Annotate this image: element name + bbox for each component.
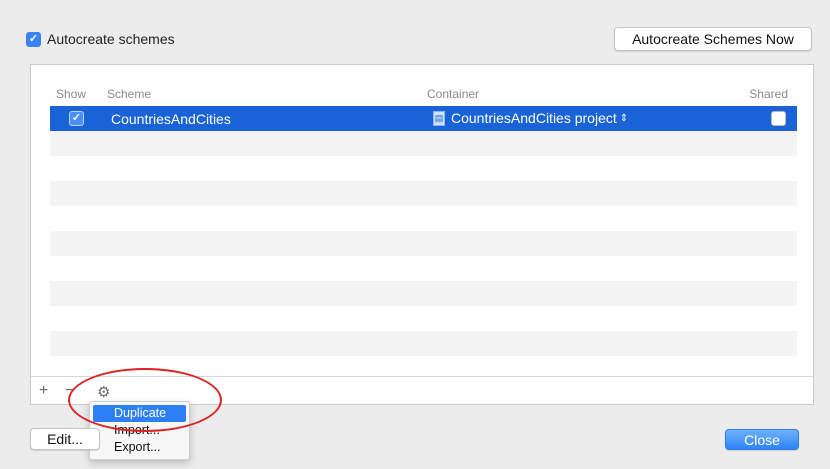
table-row xyxy=(50,281,797,306)
column-header-scheme: Scheme xyxy=(107,87,152,101)
table-header: Show Scheme Container Shared xyxy=(50,80,797,106)
table-row xyxy=(50,131,797,156)
container-select[interactable]: ▤ CountriesAndCities project ⇕ xyxy=(433,110,628,126)
project-file-icon: ▤ xyxy=(433,110,445,126)
table-row xyxy=(50,231,797,256)
table-row xyxy=(50,306,797,331)
autocreate-schemes-now-button[interactable]: Autocreate Schemes Now xyxy=(614,27,812,51)
table-row xyxy=(50,256,797,281)
table-row xyxy=(50,156,797,181)
column-header-show: Show xyxy=(56,87,87,101)
menu-item-export[interactable]: Export... xyxy=(90,439,189,456)
scheme-name: CountriesAndCities xyxy=(111,111,231,127)
table-row xyxy=(50,206,797,231)
edit-button[interactable]: Edit... xyxy=(30,428,100,450)
annotation-highlight-circle xyxy=(68,368,222,432)
up-down-arrows-icon: ⇕ xyxy=(619,112,629,124)
show-checkbox[interactable]: ✓ xyxy=(69,111,84,126)
column-header-shared: Shared xyxy=(749,87,788,101)
shared-checkbox[interactable] xyxy=(771,111,786,126)
autocreate-checkbox[interactable]: ✓ xyxy=(26,31,41,47)
table-row[interactable]: ✓ CountriesAndCities ▤ CountriesAndCitie… xyxy=(50,106,797,131)
close-button[interactable]: Close xyxy=(725,429,799,450)
plus-icon[interactable]: + xyxy=(39,382,48,400)
autocreate-option[interactable]: ✓ Autocreate schemes xyxy=(26,31,175,47)
schemes-panel: Show Scheme Container Shared ✓ Countries… xyxy=(30,64,814,405)
table-row xyxy=(50,181,797,206)
column-header-container: Container xyxy=(427,87,480,101)
autocreate-label: Autocreate schemes xyxy=(47,31,175,47)
table-row xyxy=(50,331,797,356)
container-name: CountriesAndCities project xyxy=(451,110,617,126)
schemes-table: Show Scheme Container Shared ✓ Countries… xyxy=(50,80,797,376)
